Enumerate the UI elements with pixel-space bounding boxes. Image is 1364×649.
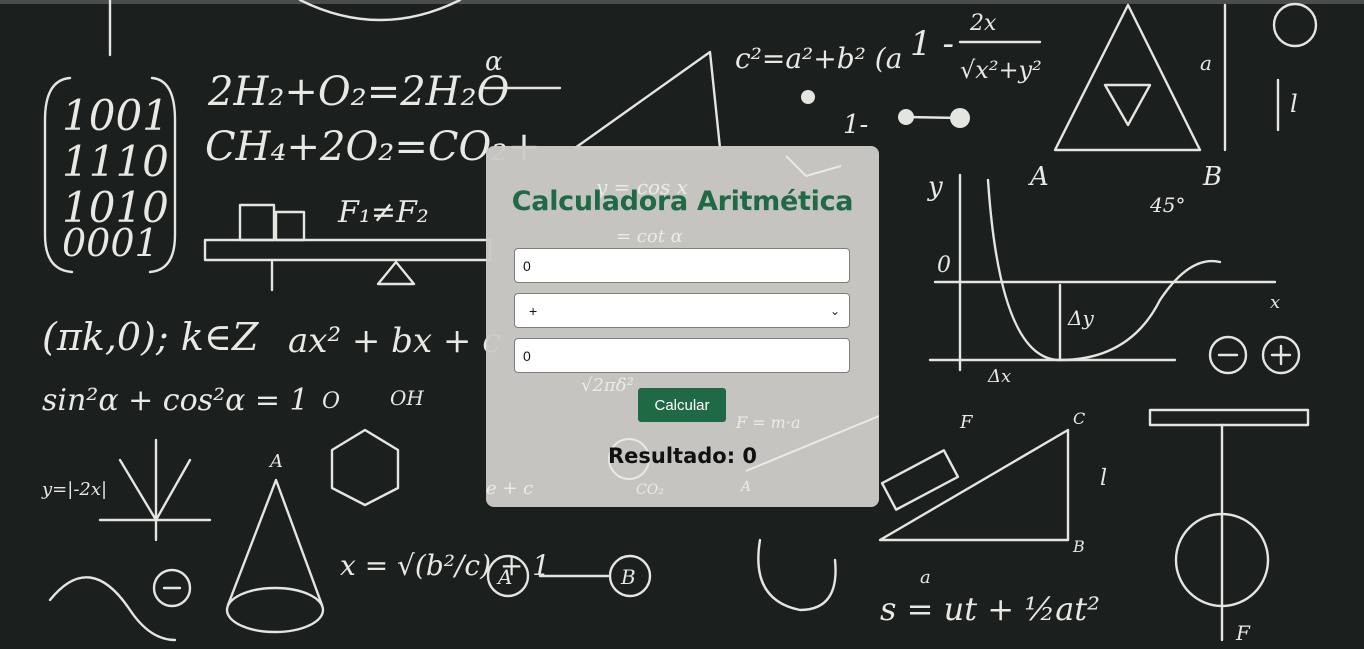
operator-selected-value: + [529, 302, 538, 319]
svg-text:45°: 45° [1149, 193, 1185, 217]
svg-text:2H₂+O₂=2H₂O: 2H₂+O₂=2H₂O [207, 69, 509, 115]
svg-text:√x²+y²: √x²+y² [960, 56, 1042, 84]
svg-text:0: 0 [937, 253, 951, 278]
svg-text:y=|-2x|: y=|-2x| [41, 479, 107, 500]
svg-text:ax² + bx + c: ax² + bx + c [288, 321, 501, 361]
svg-text:= cot α: = cot α [616, 226, 683, 247]
second-number-value: 0 [523, 347, 531, 364]
svg-text:A: A [1028, 162, 1049, 192]
svg-text:O: O [322, 389, 340, 414]
svg-text:c²=a²+b² (a: c²=a²+b² (a [735, 42, 902, 75]
svg-text:e + c: e + c [486, 478, 533, 499]
svg-text:Δx: Δx [987, 366, 1011, 387]
calculate-button[interactable]: Calcular [638, 388, 726, 422]
svg-text:F = m·a: F = m·a [735, 413, 800, 432]
svg-text:sin²α + cos²α = 1: sin²α + cos²α = 1 [42, 383, 309, 418]
svg-text:A: A [496, 565, 512, 589]
svg-text:a: a [920, 567, 931, 588]
svg-text:OH: OH [390, 386, 424, 410]
svg-text:y: y [927, 172, 943, 202]
svg-text:F: F [1235, 621, 1251, 645]
second-number-input[interactable]: 0 [514, 338, 850, 373]
operator-select[interactable]: + ⌄ [514, 293, 850, 328]
svg-text:x: x [1270, 292, 1280, 313]
svg-text:Δy: Δy [1067, 306, 1094, 330]
svg-text:2x: 2x [969, 11, 997, 36]
chevron-down-icon: ⌄ [829, 303, 840, 318]
svg-text:1110: 1110 [62, 137, 169, 186]
svg-text:B: B [1202, 162, 1222, 192]
first-number-input[interactable]: 0 [514, 248, 850, 283]
svg-text:√2πδ²: √2πδ² [581, 375, 634, 396]
calculator-card: y = cos x = cot α √2πδ² F = m·a e + c CO… [486, 146, 879, 507]
svg-text:B: B [1072, 537, 1085, 556]
svg-text:x = √(b²/c) + 1: x = √(b²/c) + 1 [340, 549, 550, 582]
first-number-value: 0 [523, 257, 531, 274]
svg-text:B: B [620, 565, 636, 589]
svg-text:C: C [1073, 409, 1085, 428]
page-title: Calculadora Aritmética [511, 186, 854, 217]
svg-text:A: A [268, 451, 283, 472]
svg-text:F: F [959, 412, 974, 433]
svg-text:1-: 1- [843, 110, 868, 140]
svg-text:α: α [485, 47, 503, 77]
svg-text:A: A [739, 479, 751, 495]
svg-text:F₁≠F₂: F₁≠F₂ [337, 195, 429, 230]
svg-text:0001: 0001 [62, 221, 159, 265]
result-text: Resultado: 0 [607, 444, 758, 468]
svg-text:1001: 1001 [62, 91, 169, 140]
svg-text:1 -: 1 - [910, 24, 954, 64]
svg-text:CO₂: CO₂ [636, 482, 664, 498]
svg-text:l: l [1290, 90, 1298, 118]
svg-text:(πk,0); k∈Z: (πk,0); k∈Z [42, 315, 259, 359]
svg-text:l: l [1100, 466, 1107, 491]
svg-text:s = ut + ½at²: s = ut + ½at² [880, 590, 1100, 628]
svg-text:a: a [1200, 51, 1212, 75]
